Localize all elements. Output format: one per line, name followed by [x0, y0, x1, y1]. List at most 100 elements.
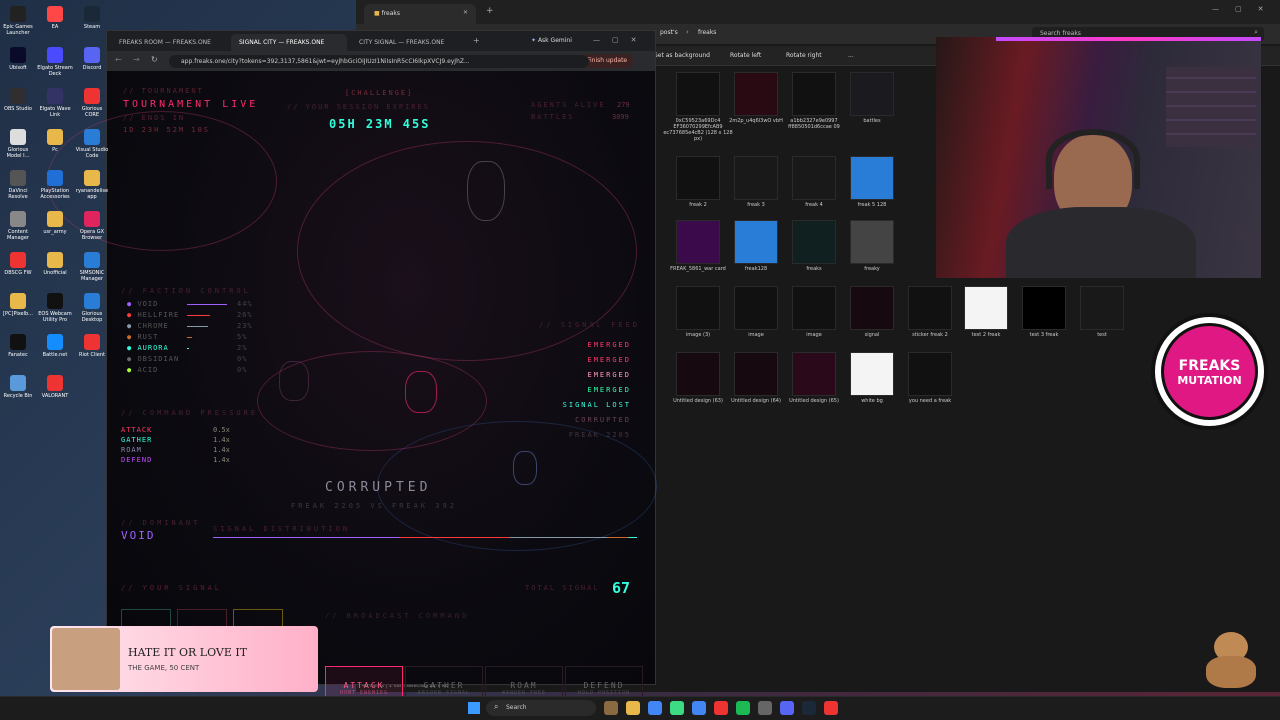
desktop-icon[interactable]: VALORANT [37, 375, 73, 399]
file-thumbnail[interactable] [676, 156, 720, 200]
desktop-icon[interactable]: Ubisoft [0, 47, 36, 71]
forward-icon[interactable]: → [133, 55, 140, 64]
faction-row[interactable]: ● OBSIDIAN 0% [127, 355, 246, 363]
file-thumbnail[interactable] [676, 220, 720, 264]
file-thumbnail[interactable] [1080, 286, 1124, 330]
desktop-icon[interactable]: Fanatec [0, 334, 36, 358]
desktop-icon[interactable]: PlayStation Accessories [37, 170, 73, 200]
file-thumbnail[interactable] [676, 286, 720, 330]
ask-gemini-button[interactable]: ✦ Ask Gemini [531, 37, 572, 44]
freaks-mutation-logo: FREAKS MUTATION [1151, 313, 1268, 430]
file-thumbnail[interactable] [850, 156, 894, 200]
led-strip [996, 37, 1261, 41]
file-label: battles [863, 118, 881, 124]
desktop-icon[interactable]: Battle.net [37, 334, 73, 358]
taskbar-app-icon[interactable] [824, 701, 838, 715]
desktop-icon[interactable]: Content Manager [0, 211, 36, 241]
desktop-icon[interactable]: Discord [74, 47, 110, 71]
file-thumbnail[interactable] [734, 220, 778, 264]
file-thumbnail[interactable] [792, 352, 836, 396]
reload-icon[interactable]: ↻ [151, 55, 158, 64]
desktop-icon[interactable]: [PC]Pixelb... [0, 293, 36, 317]
file-thumbnail[interactable] [908, 352, 952, 396]
desktop-icon[interactable]: DBSCG FW [0, 252, 36, 276]
faction-row[interactable]: ● VOID 44% [127, 300, 252, 308]
start-button[interactable] [468, 702, 480, 714]
taskbar-app-icon[interactable] [626, 701, 640, 715]
ends-in-time: 1D 23H 52M 10S [123, 126, 211, 134]
desktop-icon[interactable]: Elgato Stream Deck [37, 47, 73, 77]
faction-row[interactable]: ● CHROME 23% [127, 322, 252, 330]
breadcrumb-2[interactable]: freaks [698, 29, 716, 36]
file-thumbnail[interactable] [850, 220, 894, 264]
taskbar-app-icon[interactable] [648, 701, 662, 715]
rotate-left-button[interactable]: Rotate left [730, 52, 761, 59]
close-tab-icon[interactable]: ✕ [463, 9, 468, 16]
desktop-icon[interactable]: Visual Studio Code [74, 129, 110, 159]
file-thumbnail[interactable] [734, 72, 778, 116]
desktop-icon[interactable]: SIMSONIC Manager [74, 252, 110, 282]
desktop-icon[interactable]: ryanandelise app [74, 170, 110, 200]
desktop-icon[interactable]: EA [37, 6, 73, 30]
browser-tab-city-signal[interactable]: CITY SIGNAL — FREAKS.ONE [351, 34, 467, 51]
desktop-icon[interactable]: Elgato Wave Link [37, 88, 73, 118]
faction-row[interactable]: ● RUST 5% [127, 333, 246, 341]
file-thumbnail[interactable] [792, 286, 836, 330]
set-background-button[interactable]: Set as background [654, 52, 710, 59]
file-thumbnail[interactable] [734, 156, 778, 200]
browser-tab-signal-city[interactable]: SIGNAL CITY — FREAKS.ONE [231, 34, 347, 51]
taskbar-app-icon[interactable] [780, 701, 794, 715]
faction-dot-icon: ● [127, 311, 138, 319]
file-thumbnail[interactable] [734, 286, 778, 330]
desktop-icon[interactable]: Opera GX Browser [74, 211, 110, 241]
taskbar-app-icon[interactable] [692, 701, 706, 715]
faction-row[interactable]: ● ACID 0% [127, 366, 246, 374]
taskbar-app-icon[interactable] [802, 701, 816, 715]
file-thumbnail[interactable] [1022, 286, 1066, 330]
file-thumbnail[interactable] [792, 220, 836, 264]
taskbar-app-icon[interactable] [604, 701, 618, 715]
file-thumbnail[interactable] [850, 72, 894, 116]
desktop-icon[interactable]: Pc [37, 129, 73, 153]
file-thumbnail[interactable] [908, 286, 952, 330]
file-thumbnail[interactable] [734, 352, 778, 396]
desktop-icon[interactable]: Glorious CORE [74, 88, 110, 118]
desktop-icon[interactable]: Riot Client [74, 334, 110, 358]
desktop-icon[interactable]: Recycle Bin [0, 375, 36, 399]
desktop-icon[interactable]: Glorious Model I... [0, 129, 36, 159]
feed-entry: FREAK 2205 [568, 431, 631, 439]
file-thumbnail[interactable] [676, 352, 720, 396]
file-thumbnail[interactable] [850, 286, 894, 330]
back-icon[interactable]: ← [115, 55, 122, 64]
file-thumbnail[interactable] [792, 156, 836, 200]
map-character [513, 451, 537, 485]
rotate-right-button[interactable]: Rotate right [786, 52, 822, 59]
breadcrumb-1[interactable]: post's [660, 29, 678, 36]
desktop-icon[interactable]: Unofficial [37, 252, 73, 276]
file-thumbnail[interactable] [850, 352, 894, 396]
new-tab-button[interactable]: + [473, 36, 480, 45]
taskbar-app-icon[interactable] [714, 701, 728, 715]
faction-row[interactable]: ● AURORA 2% [127, 344, 246, 352]
faction-row[interactable]: ● HELLFIRE 26% [127, 311, 252, 319]
desktop-icon[interactable]: OBS Studio [0, 88, 36, 112]
file-thumbnail[interactable] [964, 286, 1008, 330]
desktop-icon[interactable]: DaVinci Resolve [0, 170, 36, 200]
browser-tab-freaks-room[interactable]: FREAKS ROOM — FREAKS.ONE [111, 34, 227, 51]
desktop-icon[interactable]: Glorious Desktop [74, 293, 110, 323]
taskbar-app-icon[interactable] [670, 701, 684, 715]
more-options-button[interactable]: ... [848, 52, 854, 59]
desktop-icon[interactable]: usr_army [37, 211, 73, 235]
explorer-tab[interactable]: ■ freaks ✕ [364, 4, 476, 24]
url-bar[interactable]: app.freaks.one/city?tokens=392,3137,5861… [169, 55, 589, 68]
file-thumbnail[interactable] [676, 72, 720, 116]
new-tab-button[interactable]: + [486, 6, 494, 16]
desktop-icon[interactable]: Epic Games Launcher [0, 6, 36, 36]
taskbar-app-icon[interactable] [758, 701, 772, 715]
desktop-icon[interactable]: Steam [74, 6, 110, 30]
taskbar-app-icon[interactable] [736, 701, 750, 715]
file-thumbnail[interactable] [792, 72, 836, 116]
challenge-button[interactable]: [CHALLENGE] [345, 89, 413, 97]
desktop-icon[interactable]: EOS Webcam Utility Pro [37, 293, 73, 323]
taskbar-search-box[interactable]: ⌕ Search [486, 700, 596, 716]
